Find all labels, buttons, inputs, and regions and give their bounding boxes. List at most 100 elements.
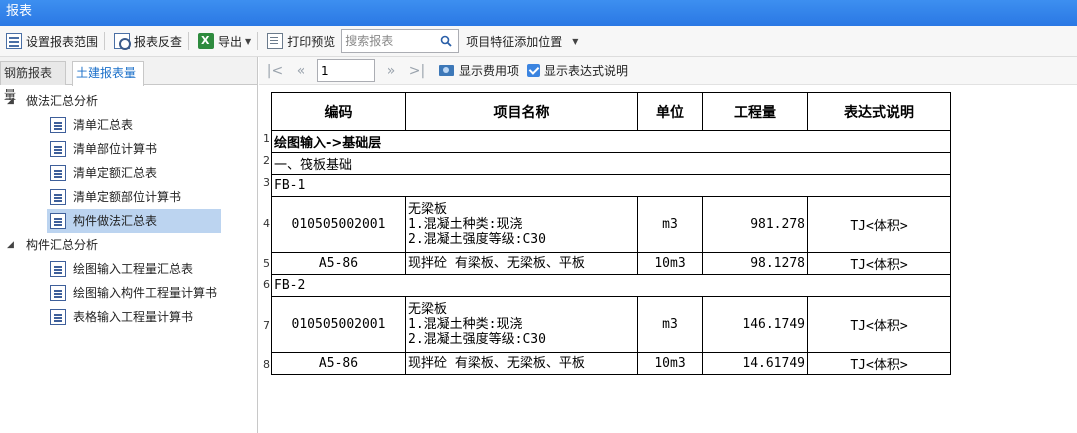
show-expression-label: 显示表达式说明	[544, 64, 629, 78]
page-navigation-bar: |< « » >| 显示费用项 显示表达式说明	[259, 57, 1077, 85]
prev-page-icon[interactable]: «	[291, 63, 311, 79]
settings-list-icon	[6, 33, 22, 49]
report-tree: ◢ 做法汇总分析 清单汇总表 清单部位计算书 清单定额汇总表 清单定额部位计算书…	[0, 85, 257, 329]
show-expression-checkbox[interactable]: 显示表达式说明	[527, 62, 628, 79]
table-row: FB-1	[271, 174, 951, 197]
tree-item-label: 清单汇总表	[73, 118, 134, 132]
item-name-line: 1.混凝土种类:现浇	[408, 317, 523, 332]
row-number: 3	[263, 176, 270, 189]
search-input[interactable]	[345, 31, 442, 51]
table-row: 010505002001 无梁板 1.混凝土种类:现浇 2.混凝土强度等级:C3…	[271, 196, 951, 253]
show-cost-items-toggle[interactable]: 显示费用项	[439, 62, 519, 79]
column-header: 工程量	[702, 92, 808, 131]
cost-items-icon	[439, 65, 454, 76]
expand-arrow-icon[interactable]: ◢	[7, 233, 14, 257]
column-header: 项目名称	[405, 92, 638, 131]
tree-item-drawing-quantity-summary[interactable]: 绘图输入工程量汇总表	[47, 257, 221, 281]
table-header-row: 编码 项目名称 单位 工程量 表达式说明	[271, 92, 951, 131]
report-doc-icon	[50, 213, 66, 229]
table-row: FB-2	[271, 274, 951, 297]
report-doc-icon	[50, 261, 66, 277]
tab-label: 土建报表量	[76, 66, 137, 80]
search-box	[341, 29, 460, 53]
row-number: 2	[263, 154, 270, 167]
row-number: 4	[263, 217, 270, 230]
tab-rebar-report[interactable]: 钢筋报表量	[0, 61, 66, 102]
tree-item-label: 清单定额汇总表	[73, 166, 158, 180]
print-preview-label: 打印预览	[287, 34, 336, 49]
expression-cell: TJ<体积>	[807, 352, 951, 375]
row-number: 5	[263, 257, 270, 270]
tree-item-label: 清单定额部位计算书	[73, 190, 182, 204]
code-cell: 010505002001	[271, 196, 406, 253]
unit-cell: m3	[637, 196, 703, 253]
tree-item-bill-quota-summary[interactable]: 清单定额汇总表	[47, 161, 221, 185]
tree-group-method-summary[interactable]: ◢ 做法汇总分析	[0, 89, 257, 113]
unit-cell: 10m3	[637, 252, 703, 275]
tree-item-bill-position-calc[interactable]: 清单部位计算书	[47, 137, 221, 161]
column-header: 单位	[637, 92, 703, 131]
tree-item-label: 构件做法汇总表	[73, 214, 158, 228]
row-number: 1	[263, 132, 270, 145]
export-label: 导出	[218, 34, 243, 49]
page-number-input[interactable]	[317, 59, 375, 82]
section-cell: 一、筏板基础	[271, 152, 951, 175]
excel-icon	[198, 33, 215, 49]
next-page-icon[interactable]: »	[381, 63, 401, 79]
chevron-down-icon: ▼	[572, 36, 579, 46]
tree-group-label: 构件汇总分析	[26, 238, 99, 252]
table-row: A5-86 现拌砼 有梁板、无梁板、平板 10m3 14.61749 TJ<体积…	[271, 352, 951, 375]
report-doc-icon	[50, 117, 66, 133]
report-tree-panel: 钢筋报表量 土建报表量 ◢ 做法汇总分析 清单汇总表 清单部位计算书 清单定额汇…	[0, 57, 258, 433]
report-doc-icon	[50, 165, 66, 181]
tab-civil-report[interactable]: 土建报表量	[72, 61, 144, 86]
tree-item-bill-quota-position-calc[interactable]: 清单定额部位计算书	[47, 185, 221, 209]
quantity-cell: 146.1749	[702, 296, 808, 353]
show-cost-items-label: 显示费用项	[459, 64, 520, 78]
tree-group-component-summary[interactable]: ◢ 构件汇总分析	[0, 233, 257, 257]
report-doc-icon	[50, 285, 66, 301]
tree-item-table-quantity-calc[interactable]: 表格输入工程量计算书	[47, 305, 221, 329]
feature-position-dropdown[interactable]: 项目特征添加位置 ▼	[463, 29, 581, 53]
last-page-icon[interactable]: >|	[407, 63, 427, 79]
item-name-line: 无梁板	[408, 302, 448, 317]
expand-arrow-icon[interactable]: ◢	[7, 89, 14, 113]
expression-cell: TJ<体积>	[807, 196, 951, 253]
item-name-cell: 现拌砼 有梁板、无梁板、平板	[405, 252, 638, 275]
print-preview-button[interactable]: 打印预览	[264, 29, 338, 53]
tree-item-component-method-summary[interactable]: 构件做法汇总表	[47, 209, 221, 233]
export-button[interactable]: 导出 ▼	[195, 29, 254, 53]
tree-group-label: 做法汇总分析	[26, 94, 99, 108]
tree-item-label: 表格输入工程量计算书	[73, 310, 194, 324]
column-header: 编码	[271, 92, 406, 131]
window-title: 报表	[0, 0, 1077, 26]
tree-item-bill-summary[interactable]: 清单汇总表	[47, 113, 221, 137]
report-reverse-check-label: 报表反查	[134, 34, 183, 49]
report-doc-icon	[50, 309, 66, 325]
row-number: 7	[263, 319, 270, 332]
set-report-range-button[interactable]: 设置报表范围	[3, 29, 101, 53]
report-doc-icon	[50, 141, 66, 157]
first-page-icon[interactable]: |<	[265, 63, 285, 79]
tree-item-label: 清单部位计算书	[73, 142, 158, 156]
code-cell: 010505002001	[271, 296, 406, 353]
component-cell: FB-1	[271, 174, 951, 197]
chevron-down-icon: ▼	[245, 36, 252, 46]
table-row: 010505002001 无梁板 1.混凝土种类:现浇 2.混凝土强度等级:C3…	[271, 296, 951, 353]
section-title-cell: 绘图输入->基础层	[271, 130, 951, 153]
row-number: 8	[263, 358, 270, 371]
report-reverse-check-button[interactable]: 报表反查	[111, 29, 185, 53]
expression-cell: TJ<体积>	[807, 296, 951, 353]
code-cell: A5-86	[271, 352, 406, 375]
item-name-line: 1.混凝土种类:现浇	[408, 217, 523, 232]
unit-cell: 10m3	[637, 352, 703, 375]
table-row: 一、筏板基础	[271, 152, 951, 175]
checkbox-checked-icon[interactable]	[527, 64, 541, 77]
search-icon[interactable]	[440, 35, 452, 47]
unit-cell: m3	[637, 296, 703, 353]
quantity-cell: 98.1278	[702, 252, 808, 275]
tree-item-drawing-component-calc[interactable]: 绘图输入构件工程量计算书	[47, 281, 221, 305]
reverse-check-icon	[114, 33, 132, 50]
toolbar: 设置报表范围 报表反查 导出 ▼ 打印预览 项目特征添加位置 ▼	[0, 26, 1077, 57]
item-name-cell: 无梁板 1.混凝土种类:现浇 2.混凝土强度等级:C30	[405, 196, 638, 253]
